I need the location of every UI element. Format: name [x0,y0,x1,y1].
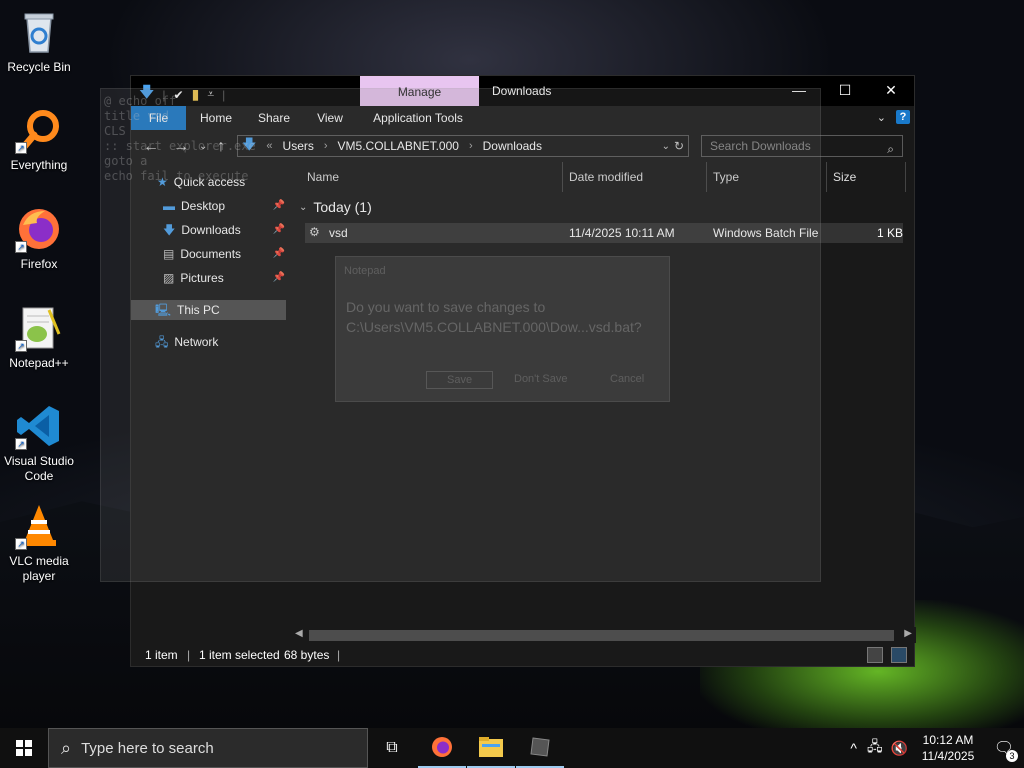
shortcut-arrow-icon: ↗ [15,538,27,550]
help-button[interactable]: ? [896,110,910,124]
column-divider[interactable] [905,162,906,192]
everything-search-icon: ↗ [15,106,63,154]
clock-time: 10:12 AM [922,733,974,747]
notifications-button[interactable]: 🗨 3 [984,728,1024,768]
shortcut-arrow-icon: ↗ [15,241,27,253]
notepad-ghost-text: @ echo off title vsd CLS :: start explor… [104,94,256,184]
scroll-right-icon[interactable]: ▶ [904,628,912,639]
horizontal-scrollbar[interactable]: ◀ ▶ [291,627,916,643]
shortcut-arrow-icon: ↗ [15,438,27,450]
status-bar: 1 item | 1 item selected 68 bytes | [131,643,914,667]
clock[interactable]: 10:12 AM 11/4/2025 [912,732,984,764]
taskbar-search-placeholder: Type here to search [81,739,214,757]
network-icon[interactable]: 🖧 [863,736,887,760]
status-item-count: 1 item [145,648,178,662]
windows-logo-icon [16,740,32,756]
scroll-left-icon[interactable]: ◀ [295,628,303,639]
search-icon: ⌕ [887,142,894,156]
firefox-icon: ↗ [15,205,63,253]
vlc-icon: ↗ [15,502,63,550]
desktop-icon-firefox[interactable]: ↗ Firefox [0,205,78,272]
system-tray: ^ 🖧 🔇 10:12 AM 11/4/2025 🗨 3 [844,728,1024,768]
status-selection: 1 item selected [199,648,280,662]
shortcut-arrow-icon: ↗ [15,142,27,154]
recycle-bin-icon [15,8,63,56]
desktop-icon-everything[interactable]: ↗ Everything [0,106,78,173]
folder-icon [479,737,503,757]
dialog-message-line: C:\Users\VM5.COLLABNET.000\Dow...vsd.bat… [346,319,642,335]
desktop-icon-label: Everything [10,158,68,172]
ghost-line: @ echo off [104,94,177,108]
scrollbar-thumb[interactable] [309,630,894,641]
start-button[interactable] [0,728,48,768]
search-icon: ⌕ [61,737,72,758]
close-button[interactable]: ✕ [868,76,914,106]
taskbar: ⌕ Type here to search ⧉ ^ 🖧 🔇 10:12 AM 1… [0,728,1024,768]
dialog-save-button[interactable]: Save [426,371,494,389]
chevron-up-icon[interactable]: ^ [844,740,863,756]
taskbar-search-box[interactable]: ⌕ Type here to search [48,728,368,768]
ghost-line: title vsd [104,109,170,123]
taskbar-file-explorer[interactable] [467,728,515,768]
ghost-line: goto a [104,154,148,168]
dialog-cancel-button[interactable]: Cancel [610,373,644,385]
expand-ribbon-icon[interactable]: ⌄ [877,111,886,124]
task-view-button[interactable]: ⧉ [368,728,416,768]
desktop-icon-recycle-bin[interactable]: Recycle Bin [0,8,78,75]
column-divider[interactable] [826,162,827,192]
dialog-dont-save-button[interactable]: Don't Save [514,373,567,385]
ghost-line: CLS [104,124,126,138]
maximize-button[interactable]: ☐ [822,76,868,106]
desktop-icon-label: Notepad++ [9,356,69,370]
save-changes-dialog-ghost: Notepad Do you want to save changes to C… [335,256,670,402]
shortcut-arrow-icon: ↗ [15,340,27,352]
desktop-icon-vlc[interactable]: ↗ VLC media player [0,502,78,584]
details-view-button[interactable] [867,647,883,663]
notepad-icon [530,737,550,757]
taskbar-notepad[interactable] [516,728,564,768]
dialog-message: Do you want to save changes to C:\Users\… [346,297,642,337]
volume-muted-icon[interactable]: 🔇 [887,740,912,757]
dialog-title: Notepad [344,265,386,277]
desktop-icon-label: Firefox [20,257,58,271]
column-header-size[interactable]: Size [833,170,856,184]
task-view-icon: ⧉ [386,739,398,756]
notepad-plus-plus-icon: ↗ [15,304,63,352]
large-icons-view-button[interactable] [891,647,907,663]
file-size: 1 KB [877,226,904,240]
desktop-icon-notepad-plus-plus[interactable]: ↗ Notepad++ [0,304,78,371]
clock-date: 11/4/2025 [921,749,975,763]
ghost-line: :: start explorer.exe [104,139,256,153]
desktop-icon-vscode[interactable]: ↗ Visual Studio Code [0,402,78,484]
vscode-icon: ↗ [15,402,63,450]
status-size: 68 bytes [284,648,330,662]
notification-count-badge: 3 [1006,750,1018,762]
dialog-message-line: Do you want to save changes to [346,299,546,315]
ghost-line: echo fail to execute [104,169,249,183]
desktop-icon-label: VLC media player [9,554,69,583]
firefox-icon [432,737,452,757]
taskbar-firefox[interactable] [418,728,466,768]
desktop-icon-label: Visual Studio Code [4,454,74,483]
desktop-icon-label: Recycle Bin [7,60,71,74]
